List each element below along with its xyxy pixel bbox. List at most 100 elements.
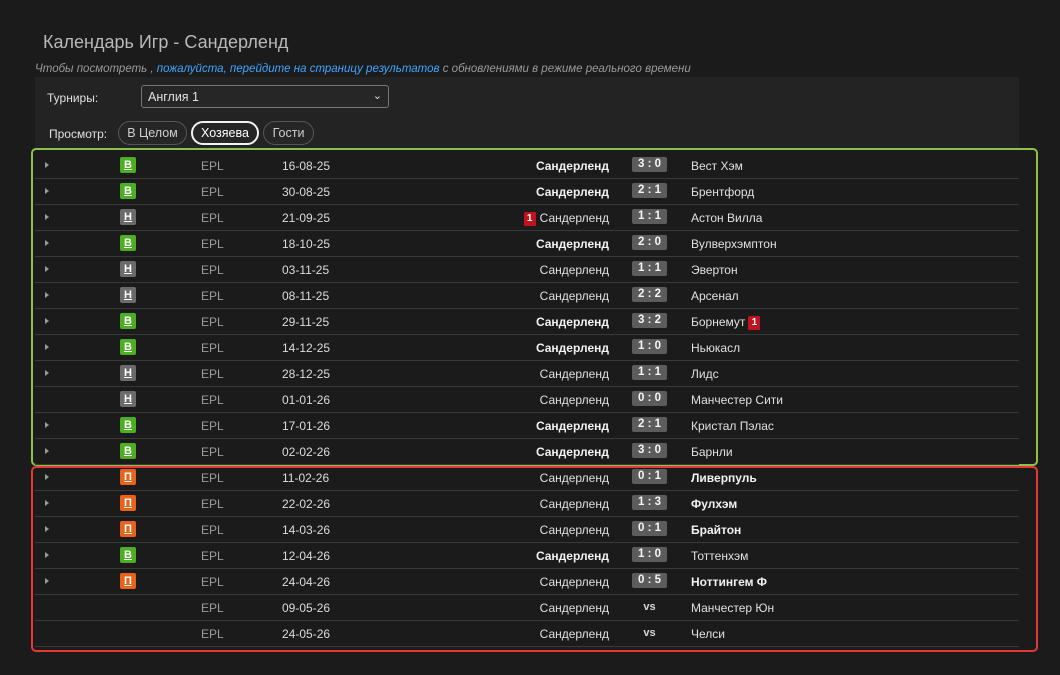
match-score[interactable]: 3 : 0 [632,157,667,172]
home-team[interactable]: Сандерленд [536,341,609,355]
tournament-select[interactable]: Англия 1 ⌄ [141,85,389,108]
competition-label[interactable]: EPL [201,549,224,563]
fixture-row[interactable]: П EPL 22-02-26 Сандерленд 1 : 3 Фулхэм [35,491,1019,517]
away-team[interactable]: Брентфорд [691,185,754,199]
home-team[interactable]: Сандерленд [540,289,609,303]
fixture-row[interactable]: Н EPL 28-12-25 Сандерленд 1 : 1 Лидс [35,361,1019,387]
away-team[interactable]: Астон Вилла [691,211,762,225]
fixture-row[interactable]: П EPL 24-04-26 Сандерленд 0 : 5 Ноттингем Ф [35,569,1019,595]
competition-label[interactable]: EPL [201,627,224,641]
home-team[interactable]: Сандерленд [536,315,609,329]
competition-label[interactable]: EPL [201,289,224,303]
away-team[interactable]: Челси [691,627,725,641]
view-overall-button[interactable]: В Целом [118,121,187,145]
match-score[interactable]: 0 : 1 [632,469,667,484]
home-team[interactable]: Сандерленд [536,185,609,199]
fixture-row[interactable]: В EPL 02-02-26 Сандерленд 3 : 0 Барнли [35,439,1019,465]
fixture-row[interactable]: В EPL 17-01-26 Сандерленд 2 : 1 Кристал Пэлас [35,413,1019,439]
fixture-row[interactable]: В EPL 18-10-25 Сандерленд 2 : 0 Вулверхэмптон [35,231,1019,257]
competition-label[interactable]: EPL [201,601,224,615]
match-score[interactable]: 0 : 0 [632,391,667,406]
match-score[interactable]: 1 : 0 [632,339,667,354]
match-score[interactable]: 2 : 1 [632,183,667,198]
competition-label[interactable]: EPL [201,341,224,355]
view-home-button[interactable]: Хозяева [191,121,259,145]
competition-label[interactable]: EPL [201,419,224,433]
caret-right-icon[interactable] [45,344,49,350]
competition-label[interactable]: EPL [201,185,224,199]
match-score[interactable]: 2 : 2 [632,287,667,302]
home-team[interactable]: Сандерленд [540,497,609,511]
away-team[interactable]: Ноттингем Ф [691,575,767,589]
match-score[interactable]: 3 : 0 [632,443,667,458]
fixture-row[interactable]: Н EPL 21-09-25 1 Сандерленд 1 : 1 Астон Вилла [35,205,1019,231]
caret-right-icon[interactable] [45,474,49,480]
match-score[interactable]: 3 : 2 [632,313,667,328]
away-team[interactable]: Ливерпуль [691,471,757,485]
caret-right-icon[interactable] [45,240,49,246]
fixture-row[interactable]: В EPL 16-08-25 Сандерленд 3 : 0 Вест Хэм [35,153,1019,179]
competition-label[interactable]: EPL [201,237,224,251]
competition-label[interactable]: EPL [201,263,224,277]
competition-label[interactable]: EPL [201,471,224,485]
match-score[interactable]: 0 : 5 [632,573,667,588]
match-score[interactable]: 1 : 1 [632,365,667,380]
away-team[interactable]: Эвертон [691,263,738,277]
competition-label[interactable]: EPL [201,211,224,225]
match-score[interactable]: 1 : 1 [632,209,667,224]
results-page-link[interactable]: пожалуйста, перейдите на страницу резуль… [157,63,440,75]
home-team[interactable]: Сандерленд [536,549,609,563]
caret-right-icon[interactable] [45,526,49,532]
caret-right-icon[interactable] [45,370,49,376]
view-away-button[interactable]: Гости [263,121,314,145]
home-team[interactable]: Сандерленд [540,471,609,485]
away-team[interactable]: Лидс [691,367,719,381]
match-score[interactable]: 0 : 1 [632,521,667,536]
away-team[interactable]: Кристал Пэлас [691,419,774,433]
competition-label[interactable]: EPL [201,367,224,381]
competition-label[interactable]: EPL [201,159,224,173]
home-team[interactable]: 1 Сандерленд [523,211,609,226]
competition-label[interactable]: EPL [201,445,224,459]
home-team[interactable]: Сандерленд [536,159,609,173]
caret-right-icon[interactable] [45,448,49,454]
fixture-row[interactable]: П EPL 14-03-26 Сандерленд 0 : 1 Брайтон [35,517,1019,543]
away-team[interactable]: Манчестер Юн [691,601,774,615]
home-team[interactable]: Сандерленд [536,419,609,433]
match-score[interactable]: 1 : 0 [632,547,667,562]
fixture-row[interactable]: Н EPL 03-11-25 Сандерленд 1 : 1 Эвертон [35,257,1019,283]
home-team[interactable]: Сандерленд [540,627,609,641]
caret-right-icon[interactable] [45,188,49,194]
caret-right-icon[interactable] [45,578,49,584]
away-team[interactable]: Вулверхэмптон [691,237,777,251]
caret-right-icon[interactable] [45,266,49,272]
away-team[interactable]: Борнемут 1 [691,315,761,330]
fixture-row[interactable]: В EPL 14-12-25 Сандерленд 1 : 0 Ньюкасл [35,335,1019,361]
fixture-row[interactable]: В EPL 29-11-25 Сандерленд 3 : 2 Борнемут 1 [35,309,1019,335]
competition-label[interactable]: EPL [201,523,224,537]
away-team[interactable]: Ньюкасл [691,341,740,355]
away-team[interactable]: Манчестер Сити [691,393,783,407]
competition-label[interactable]: EPL [201,497,224,511]
caret-right-icon[interactable] [45,422,49,428]
away-team[interactable]: Арсенал [691,289,739,303]
caret-right-icon[interactable] [45,500,49,506]
away-team[interactable]: Фулхэм [691,497,737,511]
caret-right-icon[interactable] [45,214,49,220]
match-score[interactable]: 2 : 1 [632,417,667,432]
caret-right-icon[interactable] [45,318,49,324]
away-team[interactable]: Барнли [691,445,733,459]
fixture-row[interactable]: В EPL 30-08-25 Сандерленд 2 : 1 Брентфорд [35,179,1019,205]
match-score[interactable]: 2 : 0 [632,235,667,250]
competition-label[interactable]: EPL [201,315,224,329]
home-team[interactable]: Сандерленд [540,263,609,277]
caret-right-icon[interactable] [45,292,49,298]
caret-right-icon[interactable] [45,162,49,168]
home-team[interactable]: Сандерленд [540,367,609,381]
away-team[interactable]: Вест Хэм [691,159,743,173]
away-team[interactable]: Тоттенхэм [691,549,748,563]
caret-right-icon[interactable] [45,552,49,558]
home-team[interactable]: Сандерленд [536,445,609,459]
home-team[interactable]: Сандерленд [540,523,609,537]
fixture-row[interactable]: В EPL 12-04-26 Сандерленд 1 : 0 Тоттенхэм [35,543,1019,569]
